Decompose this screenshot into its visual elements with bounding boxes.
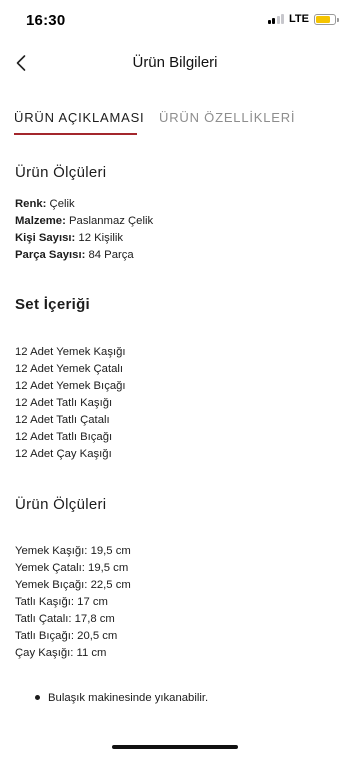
page-title: Ürün Bilgileri xyxy=(132,54,218,71)
bullet-item: Bulaşık makinesinde yıkanabilir. xyxy=(35,692,208,704)
detail-row-person-count: Kişi Sayısı: 12 Kişilik xyxy=(15,232,123,244)
tab-bar: ÜRÜN AÇIKLAMASI ÜRÜN ÖZELLİKLERİ xyxy=(0,100,350,140)
status-indicators: LTE xyxy=(267,13,339,25)
signal-strength-icon xyxy=(267,14,285,24)
tab-product-description[interactable]: ÜRÜN AÇIKLAMASI xyxy=(14,110,144,125)
status-time: 16:30 xyxy=(26,12,66,29)
list-item: Yemek Çatalı: 19,5 cm xyxy=(15,562,129,574)
list-item: 12 Adet Çay Kaşığı xyxy=(15,448,112,460)
tab-product-features[interactable]: ÜRÜN ÖZELLİKLERİ xyxy=(159,110,295,125)
detail-row-piece-count: Parça Sayısı: 84 Parça xyxy=(15,249,134,261)
network-type: LTE xyxy=(289,13,309,25)
list-item: Tatlı Çatalı: 17,8 cm xyxy=(15,613,115,625)
detail-row-material: Malzeme: Paslanmaz Çelik xyxy=(15,215,154,227)
navigation-bar: Ürün Bilgileri xyxy=(0,42,350,84)
list-item: Tatlı Bıçağı: 20,5 cm xyxy=(15,630,118,642)
battery-level xyxy=(316,15,330,23)
list-item: 12 Adet Tatlı Bıçağı xyxy=(15,431,113,443)
detail-row-color: Renk: Çelik xyxy=(15,198,75,210)
list-item: Çay Kaşığı: 11 cm xyxy=(15,647,107,659)
home-indicator[interactable] xyxy=(112,745,238,749)
list-item: Yemek Bıçağı: 22,5 cm xyxy=(15,579,131,591)
list-item: 12 Adet Yemek Kaşığı xyxy=(15,346,126,358)
section-title-details: Ürün Ölçüleri xyxy=(15,164,107,181)
section-title-set-contents: Set İçeriği xyxy=(15,296,90,313)
section-title-dimensions: Ürün Ölçüleri xyxy=(15,496,107,513)
battery-icon xyxy=(314,13,339,25)
list-item: Yemek Kaşığı: 19,5 cm xyxy=(15,545,131,557)
list-item: 12 Adet Tatlı Kaşığı xyxy=(15,397,113,409)
list-item: 12 Adet Tatlı Çatalı xyxy=(15,414,110,426)
status-bar: 16:30 LTE xyxy=(0,0,350,42)
list-item: 12 Adet Yemek Çatalı xyxy=(15,363,124,375)
bullet-icon xyxy=(35,694,40,700)
list-item: Tatlı Kaşığı: 17 cm xyxy=(15,596,108,608)
list-item: 12 Adet Yemek Bıçağı xyxy=(15,380,126,392)
active-tab-indicator xyxy=(14,133,137,135)
